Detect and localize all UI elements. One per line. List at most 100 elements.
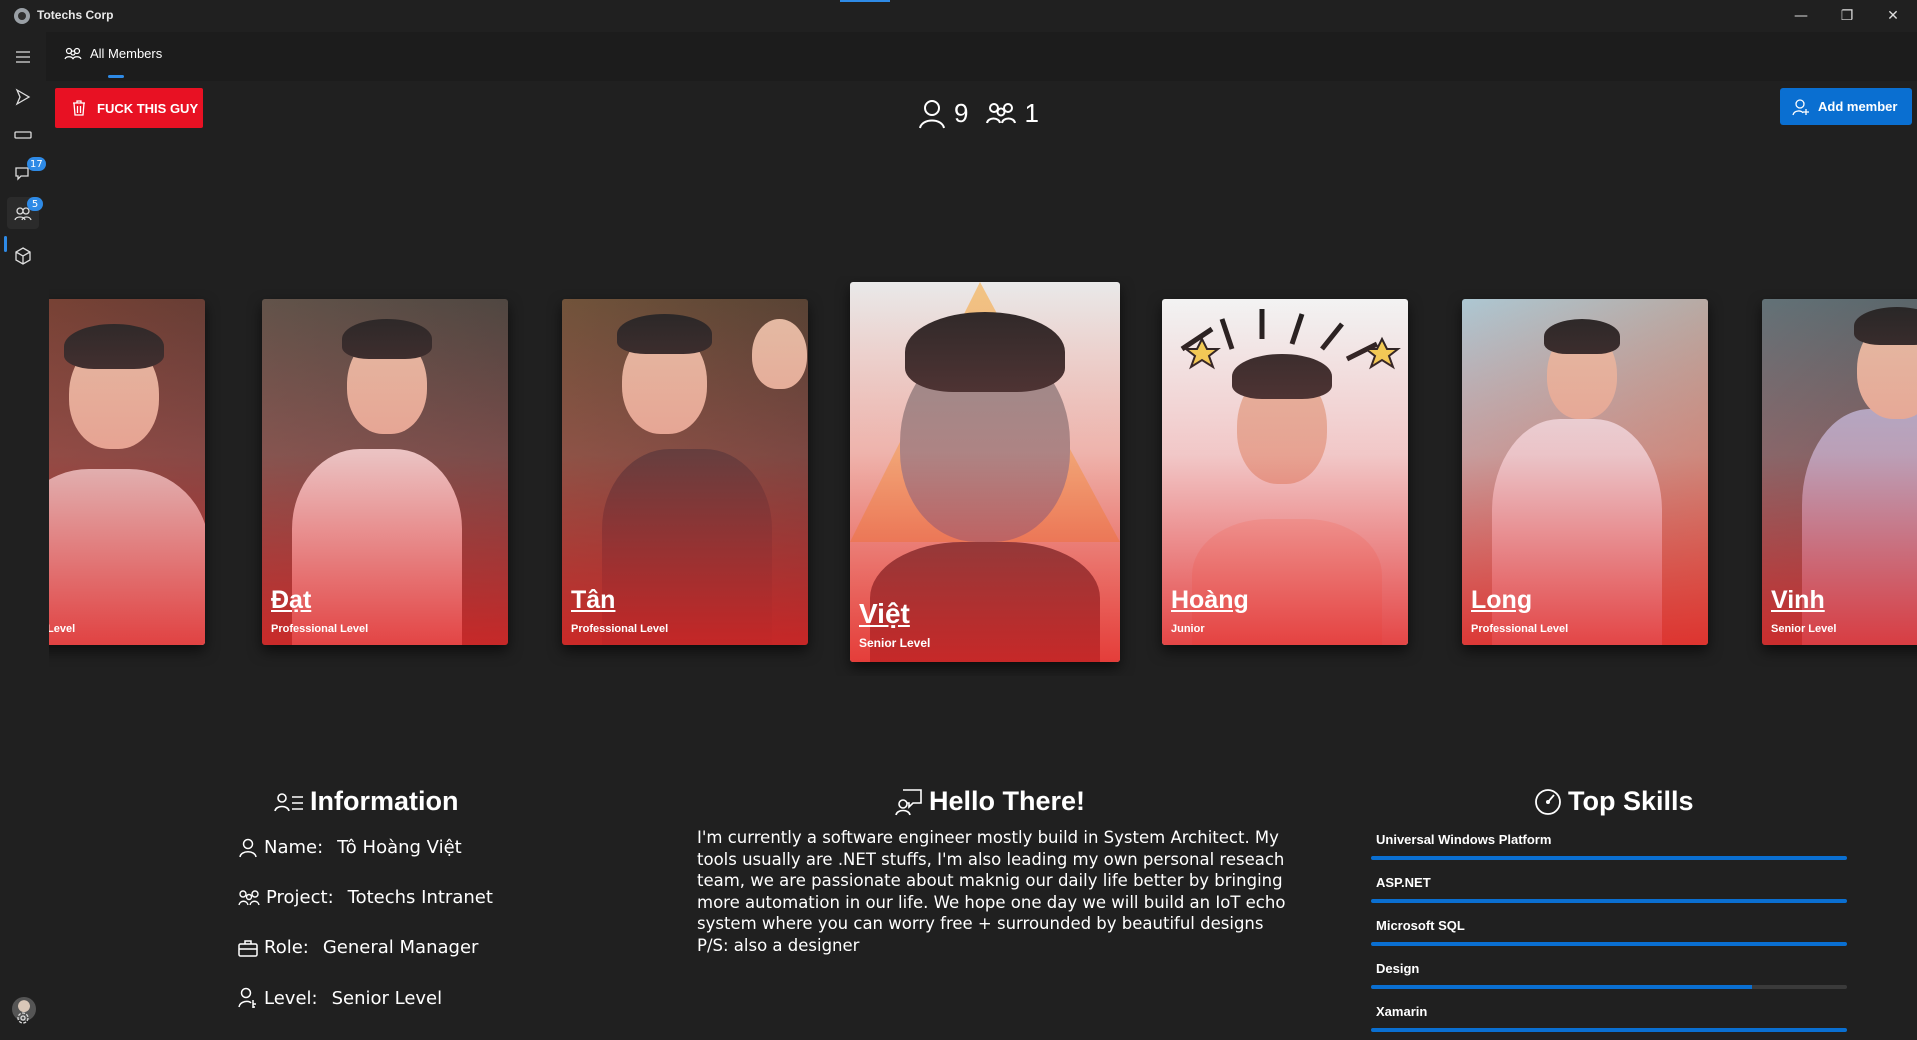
skill-item: Microsoft SQL: [1371, 918, 1847, 946]
group-count-value: 1: [1024, 98, 1039, 128]
nav-members[interactable]: 5: [7, 197, 43, 229]
person-key-icon: [238, 987, 256, 1008]
skill-name: Microsoft SQL: [1376, 918, 1465, 933]
bio-line: I'm currently a software engineer mostly…: [697, 828, 1279, 847]
skill-item: Xamarin: [1371, 1004, 1847, 1032]
skill-item: Design: [1371, 961, 1847, 989]
member-card[interactable]: Đạt Professional Level: [262, 299, 508, 645]
member-count: 9: [918, 98, 968, 129]
skill-bar-fill: [1371, 1028, 1847, 1032]
bio-line: team, we are passionate about maknig our…: [697, 871, 1283, 891]
trash-icon: [73, 100, 85, 116]
briefcase-icon: [238, 939, 258, 957]
members-badge: 5: [27, 197, 43, 211]
member-level: Senior Level: [1771, 623, 1837, 635]
keyboard-icon: [14, 131, 32, 139]
skill-bar-fill: [1371, 942, 1847, 946]
skill-item: Universal Windows Platform: [1371, 832, 1847, 860]
info-row-level: Level: Senior Level: [238, 987, 442, 1009]
hamburger-menu-icon[interactable]: [7, 41, 39, 73]
chat-badge: 17: [27, 157, 46, 171]
nav-packages[interactable]: [7, 240, 39, 272]
nav-projects[interactable]: [7, 81, 39, 113]
window-title: Totechs Corp: [37, 8, 114, 22]
skills-title-text: Top Skills: [1568, 786, 1694, 816]
minimize-button[interactable]: —: [1778, 0, 1824, 32]
skill-bar: [1371, 899, 1847, 903]
bio-line: tools usually are .NET stuffs, I'm also …: [697, 849, 1285, 869]
info-label: Level:: [264, 987, 318, 1009]
hello-title: Hello There!: [895, 786, 1085, 817]
people-icon: [986, 102, 1017, 123]
skill-name: Design: [1376, 961, 1420, 976]
info-row-name: Name: Tô Hoàng Việt: [238, 837, 462, 858]
skill-bar: [1371, 942, 1847, 946]
member-level: Level: [49, 623, 76, 635]
member-card[interactable]: Long Professional Level: [1462, 299, 1708, 645]
skill-bar: [1371, 856, 1847, 860]
member-card[interactable]: Hoàng Junior: [1162, 299, 1408, 645]
tab-selected-indicator: [108, 75, 124, 78]
member-level: Junior: [1171, 623, 1205, 635]
bio-text: I'm currently a software engineer mostly…: [697, 827, 1287, 957]
bio-line: P/S: also a designer: [697, 935, 860, 955]
speedometer-icon: [1535, 788, 1561, 815]
person-icon: [919, 99, 945, 128]
add-person-icon: [1792, 98, 1809, 115]
settings-icon[interactable]: [7, 1002, 39, 1034]
app-logo-icon: [14, 8, 30, 24]
member-card[interactable]: Vinh Senior Level: [1762, 299, 1917, 645]
skill-bar-fill: [1371, 985, 1752, 989]
skill-bar: [1371, 985, 1847, 989]
member-level: Senior Level: [859, 636, 931, 650]
info-row-role: Role: General Manager: [238, 937, 478, 958]
member-name: Hoàng: [1171, 586, 1249, 614]
member-name: Long: [1471, 586, 1533, 614]
member-name: Vinh: [1771, 586, 1825, 614]
skill-bar-fill: [1371, 899, 1847, 903]
add-member-button[interactable]: Add member: [1780, 88, 1912, 125]
skill-name: Xamarin: [1376, 1004, 1428, 1019]
info-value: Totechs Intranet: [347, 887, 493, 908]
info-value: Tô Hoàng Việt: [337, 837, 462, 858]
hello-title-text: Hello There!: [929, 786, 1086, 816]
member-card[interactable]: Level: [49, 299, 205, 645]
skill-bar: [1371, 1028, 1847, 1032]
add-button-label: Add member: [1818, 99, 1898, 114]
nav-devices[interactable]: [7, 119, 39, 151]
bio-line: system where you can worry free + surrou…: [697, 914, 1264, 934]
group-count: 1: [986, 98, 1039, 129]
member-name: Tân: [571, 586, 616, 614]
member-level: Professional Level: [271, 623, 369, 635]
nav-chat[interactable]: 17: [7, 157, 46, 189]
send-icon: [15, 88, 31, 106]
skill-name: ASP.NET: [1376, 875, 1431, 890]
person-icon: [239, 838, 257, 857]
skill-item: ASP.NET: [1371, 875, 1847, 903]
bio-line: more automation in our life. We hope one…: [697, 892, 1286, 912]
skill-name: Universal Windows Platform: [1376, 832, 1552, 847]
tab-all-members[interactable]: All Members: [64, 46, 162, 61]
package-icon: [15, 247, 31, 265]
member-level: Professional Level: [571, 623, 669, 635]
member-count-value: 9: [954, 98, 969, 128]
info-label: Role:: [264, 937, 309, 958]
member-card[interactable]: Tân Professional Level: [562, 299, 808, 645]
information-title: Information: [274, 786, 459, 817]
close-button[interactable]: ✕: [1870, 0, 1916, 32]
info-label: Project:: [266, 887, 334, 908]
person-feedback-icon: [895, 788, 922, 815]
skill-bar-fill: [1371, 856, 1847, 860]
left-nav: 17 5: [0, 32, 46, 1040]
delete-member-button[interactable]: FUCK THIS GUY: [55, 88, 203, 128]
member-name: Đạt: [271, 586, 312, 614]
title-bar: Totechs Corp — ❐ ✕: [0, 0, 1917, 32]
delete-button-label: FUCK THIS GUY: [97, 100, 199, 116]
skills-title: Top Skills: [1534, 786, 1694, 817]
member-card-selected[interactable]: Việt Senior Level: [850, 282, 1120, 662]
members-carousel[interactable]: Level Đạt Professional Level Tân Profess…: [49, 276, 1917, 676]
member-counts: 9 1: [918, 98, 1039, 129]
restore-button[interactable]: ❐: [1824, 0, 1870, 32]
member-name: Việt: [859, 598, 910, 629]
info-value: General Manager: [322, 937, 479, 958]
